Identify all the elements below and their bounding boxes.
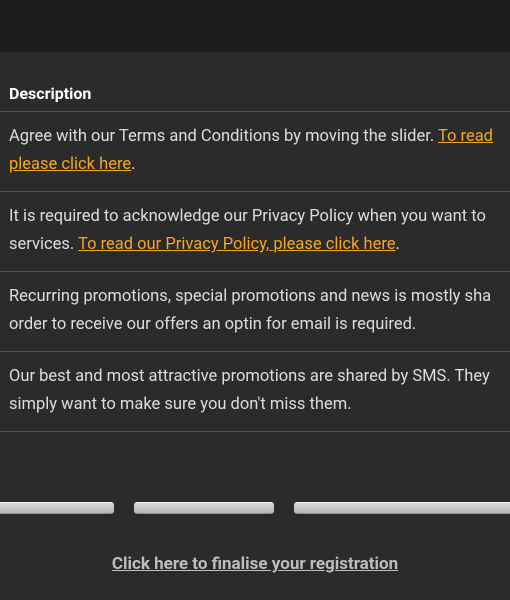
privacy-link[interactable]: To read our Privacy Policy, please click… <box>78 235 396 254</box>
privacy-text-after: . <box>396 235 400 254</box>
description-header-row: Description <box>0 52 510 112</box>
promotions-text: Recurring promotions, special promotions… <box>9 287 491 334</box>
finalise-area: Click here to finalise your registration <box>0 514 510 574</box>
sms-row: Our best and most attractive promotions … <box>0 352 510 432</box>
sms-text: Our best and most attractive promotions … <box>9 367 490 414</box>
terms-text-after: . <box>131 155 135 174</box>
sliders-area <box>0 432 510 514</box>
slider-fragment[interactable] <box>134 502 274 514</box>
terms-text-before: Agree with our Terms and Conditions by m… <box>9 127 438 146</box>
terms-row: Agree with our Terms and Conditions by m… <box>0 112 510 192</box>
privacy-row: It is required to acknowledge our Privac… <box>0 192 510 272</box>
top-bar <box>0 0 510 52</box>
promotions-row: Recurring promotions, special promotions… <box>0 272 510 352</box>
content-area: Description Agree with our Terms and Con… <box>0 52 510 574</box>
slider-fragment[interactable] <box>294 502 510 514</box>
slider-fragment[interactable] <box>0 502 114 514</box>
description-label: Description <box>9 84 91 103</box>
finalise-link[interactable]: Click here to finalise your registration <box>112 554 398 574</box>
